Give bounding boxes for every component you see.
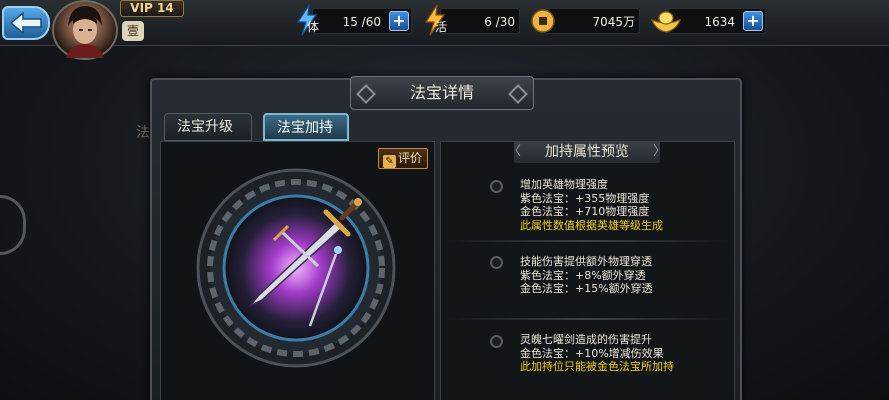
attribute-entry: 技能伤害提供额外物理穿透 紫色法宝：+8%额外穿透 金色法宝：+15%额外穿透: [520, 255, 653, 296]
ingots-value: 1634: [704, 15, 735, 29]
attribute-title: 技能伤害提供额外物理穿透: [520, 255, 652, 268]
coin-icon: [531, 9, 555, 33]
stamina-value: 15 /60: [342, 15, 381, 29]
background-tab-label: 法: [136, 125, 150, 141]
attribute-note: 此属性数值根据英雄等级生成: [520, 218, 663, 232]
attribute-line: 金色法宝：+10%增减伤效果: [520, 346, 664, 360]
ingots-counter: 1634 +: [668, 8, 766, 34]
divider: [444, 318, 730, 320]
review-button[interactable]: ✎ 评价: [378, 148, 428, 169]
coins-icon: [530, 8, 556, 38]
hero-portrait-icon: [66, 6, 104, 58]
attribute-note: 此加持位只能被金色法宝所加持: [520, 360, 674, 373]
add-stamina-button[interactable]: +: [389, 11, 409, 31]
attribute-entry: 灵魄七曜剑造成的伤害提升 金色法宝：+10%增减伤效果 此加持位只能被金色法宝所…: [520, 333, 674, 374]
coins-value: 7045万: [592, 15, 635, 29]
attribute-title: 增加英雄物理强度: [520, 178, 608, 191]
attribute-title: 灵魄七曜剑造成的伤害提升: [520, 333, 652, 346]
player-avatar[interactable]: [52, 0, 118, 60]
vitality-counter: 6 /30: [440, 8, 520, 34]
pencil-icon: ✎: [383, 155, 396, 168]
bless-slot-radio-3[interactable]: [490, 335, 503, 348]
coins-counter: 7045万: [544, 8, 640, 34]
attribute-line: 金色法宝：+15%额外穿透: [520, 282, 653, 295]
side-ring-decoration: [0, 195, 26, 255]
bless-slot-radio-1[interactable]: [490, 180, 503, 193]
add-ingots-button[interactable]: +: [743, 11, 763, 31]
vitality-icon: 活: [423, 4, 447, 40]
rank-badge: 壹: [122, 21, 144, 41]
divider: [444, 240, 730, 242]
bless-slot-radio-2[interactable]: [490, 256, 503, 269]
stamina-icon: 体: [295, 4, 319, 40]
attribute-entry: 增加英雄物理强度 紫色法宝：+355物理强度 金色法宝：+710物理强度 此属性…: [520, 178, 663, 232]
back-button[interactable]: [2, 6, 50, 40]
ingots-icon: [650, 8, 682, 40]
gold-ingot-icon: [650, 11, 682, 33]
review-label: 评价: [398, 151, 423, 165]
attribute-line: 金色法宝：+710物理强度: [520, 205, 650, 218]
vitality-value: 6 /30: [484, 15, 515, 29]
attribute-preview-header: 加持属性预览: [508, 141, 666, 163]
vitality-label: 活: [435, 20, 448, 34]
relic-emblem: [196, 168, 396, 368]
attribute-line: 紫色法宝：+355物理强度: [520, 191, 650, 205]
stamina-label: 体: [307, 20, 320, 34]
attribute-line: 紫色法宝：+8%额外穿透: [520, 268, 646, 282]
vip-badge: VIP 14: [120, 0, 184, 17]
panel-title: 法宝详情: [350, 76, 534, 110]
tab-relic-upgrade[interactable]: 法宝升级: [164, 113, 252, 141]
tab-relic-bless[interactable]: 法宝加持: [263, 113, 349, 141]
back-arrow-icon: [9, 12, 42, 34]
stamina-counter: 15 /60 +: [312, 8, 412, 34]
